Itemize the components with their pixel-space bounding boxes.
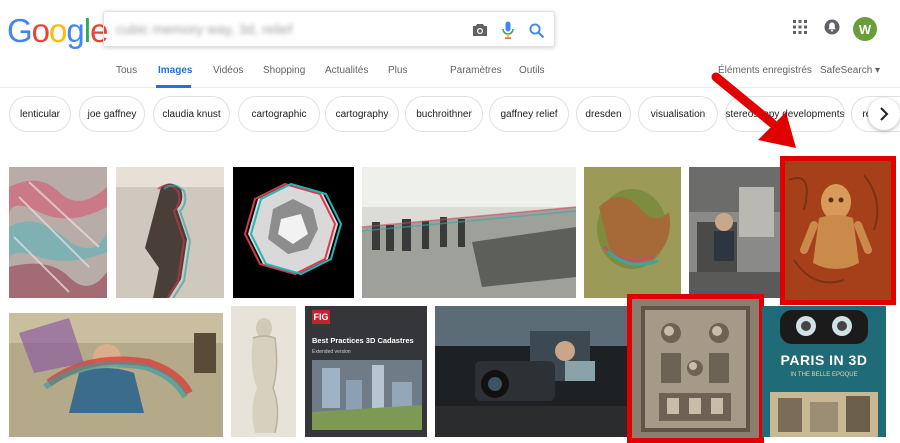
chip[interactable]: cartographic [238,96,320,132]
chip[interactable]: cartography [325,96,399,132]
search-tabs: Tous Images Vidéos Shopping Actualités P… [0,58,900,88]
logo-letter: G [7,12,33,49]
tab-news[interactable]: Actualités [325,65,368,76]
image-result-fig-book[interactable]: FIG Best Practices 3D Cadastres Extended… [305,306,427,437]
image-result-soldiers-street[interactable] [362,167,576,298]
city-3d-illustration [312,360,422,430]
tab-tools[interactable]: Outils [519,65,545,76]
active-tab-indicator [156,85,191,88]
search-input[interactable] [116,17,456,41]
image-result-anaglyph-statue[interactable] [116,167,224,298]
book-title: PARIS IN 3D [780,352,868,368]
image-result-paris-book[interactable]: PARIS IN 3D IN THE BELLE EPOQUE [762,306,886,437]
book-subtitle: IN THE BELLE EPOQUE [790,372,858,378]
chip[interactable]: lenticular [9,96,71,132]
chip[interactable]: joe gaffney [79,96,145,132]
search-icon[interactable] [526,20,546,40]
chip[interactable]: stereoscopy developments [725,96,845,132]
chip[interactable]: visualisation [638,96,718,132]
book-title: Best Practices 3D Cadastres [312,336,414,345]
logo-letter: o [49,12,67,49]
saved-items-link[interactable]: Éléments enregistrés [718,65,812,76]
tab-images[interactable]: Images [158,65,192,76]
image-result-green-sculpture[interactable] [584,167,681,298]
logo-letter: g [66,12,84,49]
notifications-icon[interactable] [822,17,842,37]
camera-icon[interactable] [470,20,490,40]
image-result-orange-figure[interactable] [780,156,896,305]
chip[interactable]: dresden [576,96,631,132]
apps-grid-icon[interactable] [790,17,810,37]
chip[interactable]: claudia knust [153,96,230,132]
microphone-icon[interactable] [498,20,518,40]
image-result-camera-operator[interactable] [435,306,628,437]
google-logo[interactable]: Google [7,12,108,49]
chevron-right-icon[interactable] [868,98,900,130]
image-result-polyhedron-anaglyph[interactable] [233,167,354,298]
account-avatar[interactable]: W [853,17,877,41]
tab-all[interactable]: Tous [116,65,137,76]
chip[interactable]: buchroithner [405,96,483,132]
tab-videos[interactable]: Vidéos [213,65,243,76]
related-searches-bar: lenticular joe gaffney claudia knust car… [0,96,900,134]
image-result-white-relief-figure[interactable] [231,306,296,437]
book-subtitle: Extended version [312,349,351,355]
tab-shopping[interactable]: Shopping [263,65,305,76]
safesearch-toggle[interactable]: SafeSearch ▾ [820,65,880,76]
tab-more[interactable]: Plus [388,65,407,76]
chip[interactable]: gaffney relief [489,96,569,132]
tab-settings[interactable]: Paramètres [450,65,502,76]
image-result-anaglyph-terrain[interactable] [9,167,107,298]
image-result-person-anaglyph[interactable] [9,313,223,437]
fig-logo: FIG [312,310,330,324]
image-result-office-anaglyph[interactable] [689,167,781,298]
image-result-carved-panel[interactable] [627,294,764,443]
logo-letter: o [31,12,50,49]
search-box [103,11,555,47]
